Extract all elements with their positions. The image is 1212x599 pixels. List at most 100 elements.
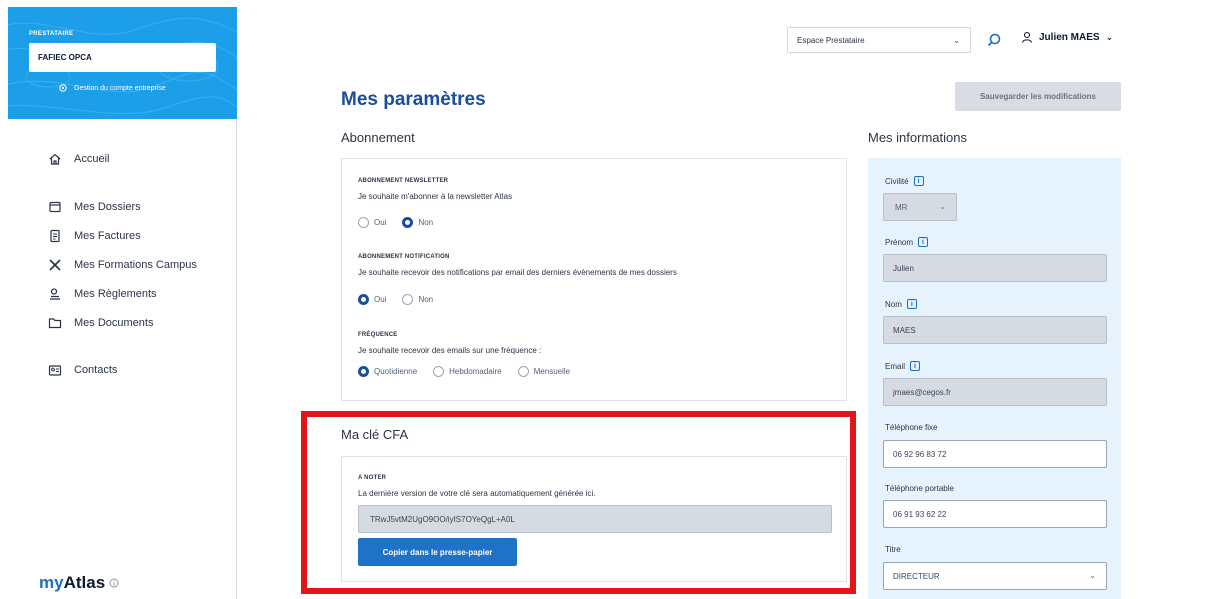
field-label-text: Email [885, 361, 906, 371]
nom-field[interactable]: MAES [883, 316, 1107, 344]
user-icon [1021, 31, 1033, 43]
sidebar-item-label: Contacts [74, 364, 118, 376]
frequency-question: Je souhaite recevoir des emails sur une … [358, 346, 542, 355]
email-field[interactable]: jmaes@cegos.fr [883, 378, 1107, 406]
radio-circle-selected [358, 294, 369, 305]
sidebar-item-accueil[interactable]: Accueil [48, 152, 228, 166]
sidebar-item-dossiers[interactable]: Mes Dossiers [48, 200, 228, 214]
folder-tray-icon [49, 201, 61, 213]
sidebar-item-label: Accueil [74, 153, 110, 165]
sidebar: PRESTATAIRE FAFIEC OPCA Gestion du compt… [8, 7, 237, 599]
email-label: Email i [885, 361, 921, 371]
field-label-text: Civilité [885, 176, 909, 186]
myatlas-logo: myAtlas [39, 573, 119, 593]
radio-circle [402, 294, 414, 305]
sidebar-item-label: Mes Documents [74, 317, 154, 329]
tel-portable-label: Téléphone portable [885, 484, 954, 493]
field-label-text: Prénom [885, 237, 914, 247]
sidebar-item-factures[interactable]: Mes Factures [48, 229, 228, 243]
titre-value: DIRECTEUR [893, 572, 940, 581]
espace-select-value: Espace Prestataire [797, 36, 865, 45]
notification-radio-group: Oui Non [358, 294, 433, 305]
radio-label: Mensuelle [533, 367, 571, 376]
notification-radio-non[interactable]: Non [402, 294, 433, 305]
brand-my: my [39, 573, 64, 592]
radio-circle [517, 366, 529, 377]
chevron-down-icon: ⌄ [1105, 31, 1114, 42]
tel-portable-field[interactable]: 06 91 93 62 22 [883, 500, 1107, 528]
frequency-radio-hebdomadaire[interactable]: Hebdomadaire [433, 366, 502, 377]
info-icon[interactable]: i [906, 299, 917, 309]
company-selector[interactable]: FAFIEC OPCA [29, 43, 216, 72]
nom-label: Nom i [885, 299, 917, 309]
tel-fixe-label: Téléphone fixe [885, 423, 937, 432]
chevron-down-icon: ⌄ [939, 202, 946, 211]
field-label-text: Téléphone portable [885, 484, 954, 493]
notification-radio-oui[interactable]: Oui [358, 294, 386, 305]
manage-account-label: Gestion du compte entreprise [74, 84, 166, 92]
search-button[interactable] [982, 28, 1006, 52]
sidebar-item-contacts[interactable]: Contacts [48, 363, 228, 377]
newsletter-caption: ABONNEMENT NEWSLETTER [358, 178, 449, 184]
radio-label: Quotidienne [374, 367, 418, 376]
brand-atlas: Atlas [63, 573, 106, 592]
frequency-radio-group: Quotidienne Hebdomadaire Mensuelle [358, 366, 570, 377]
invoice-icon [50, 229, 60, 243]
civilite-value: MR [895, 203, 908, 212]
save-button[interactable]: Sauvegarder les modifications [955, 82, 1121, 111]
info-icon[interactable]: i [910, 361, 921, 371]
radio-circle [358, 217, 369, 228]
newsletter-radio-oui[interactable]: Oui [358, 217, 386, 228]
newsletter-radio-non[interactable]: Non [402, 217, 433, 228]
sidebar-item-label: Mes Factures [74, 230, 141, 242]
field-label-text: Nom [885, 299, 902, 309]
espace-select[interactable]: Espace Prestataire ⌄ [787, 27, 971, 53]
newsletter-radio-group: Oui Non [358, 217, 433, 228]
frequency-radio-mensuelle[interactable]: Mensuelle [517, 366, 571, 377]
titre-label: Titre [885, 545, 901, 554]
radio-label: Oui [374, 218, 387, 227]
info-section-title: Mes informations [868, 130, 967, 145]
radio-circle-selected [358, 366, 369, 377]
radio-circle [433, 366, 445, 377]
notification-question: Je souhaite recevoir des notifications p… [358, 268, 677, 277]
info-icon[interactable] [109, 578, 119, 588]
prenom-label: Prénom i [885, 237, 929, 247]
sidebar-item-documents[interactable]: Mes Documents [48, 316, 228, 330]
field-label-text: Titre [885, 545, 901, 554]
search-icon [987, 33, 1001, 47]
sidebar-item-label: Mes Règlements [74, 288, 157, 300]
sidebar-item-reglements[interactable]: Mes Règlements [48, 287, 228, 301]
payment-icon [50, 288, 60, 300]
radio-circle-selected [402, 217, 414, 228]
newsletter-question: Je souhaite m'abonner à la newsletter At… [358, 192, 513, 201]
highlight-box [301, 411, 856, 594]
campus-icon [49, 259, 61, 271]
chevron-down-icon: ⌄ [1089, 571, 1096, 580]
sidebar-item-campus[interactable]: Mes Formations Campus [48, 258, 228, 272]
info-icon[interactable]: i [913, 176, 924, 186]
sidebar-item-label: Mes Dossiers [74, 201, 141, 213]
manage-account-link[interactable]: Gestion du compte entreprise [58, 83, 166, 93]
radio-label: Hebdomadaire [449, 367, 502, 376]
notification-caption: ABONNEMENT NOTIFICATION [358, 254, 450, 260]
chevron-down-icon: ⌄ [953, 36, 960, 45]
frequency-radio-quotidienne[interactable]: Quotidienne [358, 366, 417, 377]
tel-fixe-field[interactable]: 06 92 96 83 72 [883, 440, 1107, 468]
civilite-label: Civilité i [885, 176, 924, 186]
radio-label: Non [418, 295, 434, 304]
radio-label: Non [418, 218, 434, 227]
radio-label: Oui [374, 295, 387, 304]
user-name: Julien MAES [1039, 31, 1100, 43]
sidebar-item-label: Mes Formations Campus [74, 259, 197, 271]
documents-folder-icon [48, 318, 62, 329]
prenom-field[interactable]: Julien [883, 254, 1107, 282]
user-menu[interactable]: Julien MAES ⌄ [1021, 31, 1113, 43]
info-icon[interactable]: i [918, 237, 929, 247]
frequency-caption: FRÉQUENCE [358, 332, 398, 338]
page-title: Mes paramètres [341, 89, 486, 110]
gear-icon [59, 84, 67, 92]
titre-select[interactable]: DIRECTEUR ⌄ [883, 562, 1107, 590]
contacts-icon [48, 365, 62, 376]
civilite-select[interactable]: MR ⌄ [883, 193, 957, 221]
